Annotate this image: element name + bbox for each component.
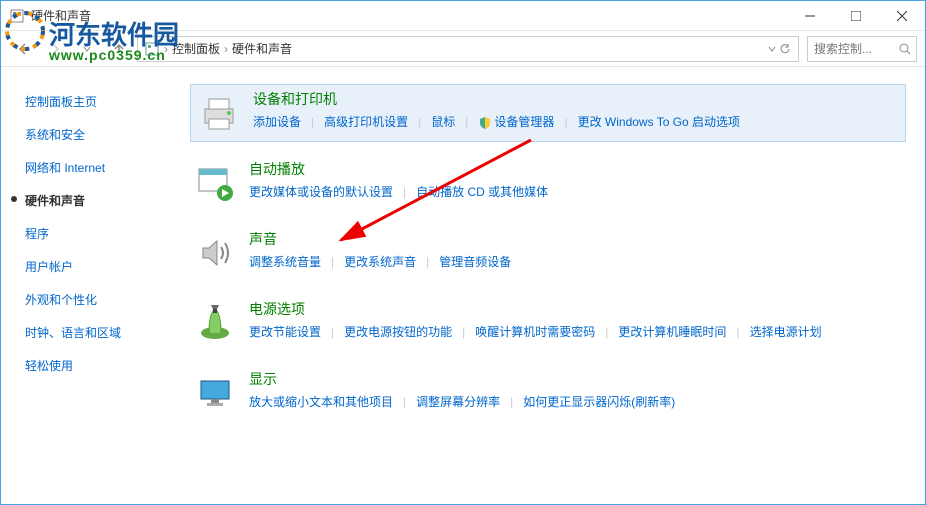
link-select-power-plan[interactable]: 选择电源计划 [750, 323, 822, 340]
breadcrumb[interactable]: › 控制面板 › 硬件和声音 [137, 36, 799, 62]
sidebar-item-clock-region[interactable]: 时钟、语言和区域 [25, 316, 191, 349]
control-panel-icon [144, 41, 160, 57]
category-display: 显示 放大或缩小文本和其他项目| 调整屏幕分辨率| 如何更正显示器闪烁(刷新率) [191, 369, 905, 417]
toolbar: › 控制面板 › 硬件和声音 [1, 31, 925, 67]
sidebar: 控制面板主页 系统和安全 网络和 Internet 硬件和声音 程序 用户帐户 … [1, 67, 191, 504]
forward-button[interactable] [41, 35, 69, 63]
chevron-right-icon: › [224, 42, 228, 56]
category-power-options: 电源选项 更改节能设置| 更改电源按钮的功能| 唤醒计算机时需要密码| 更改计算… [191, 299, 905, 347]
link-add-device[interactable]: 添加设备 [253, 113, 301, 130]
minimize-button[interactable] [787, 1, 833, 31]
sidebar-item-home[interactable]: 控制面板主页 [25, 85, 191, 118]
window-title: 硬件和声音 [31, 7, 787, 24]
sidebar-item-network[interactable]: 网络和 Internet [25, 151, 191, 184]
search-box[interactable] [807, 36, 917, 62]
category-title[interactable]: 显示 [249, 369, 905, 389]
link-text-size[interactable]: 放大或缩小文本和其他项目 [249, 393, 393, 410]
breadcrumb-control-panel[interactable]: 控制面板 [172, 40, 220, 57]
link-change-power-saving[interactable]: 更改节能设置 [249, 323, 321, 340]
history-button[interactable] [73, 35, 101, 63]
category-autoplay: 自动播放 更改媒体或设备的默认设置| 自动播放 CD 或其他媒体 [191, 159, 905, 207]
chevron-down-icon[interactable] [768, 45, 776, 53]
link-change-media-defaults[interactable]: 更改媒体或设备的默认设置 [249, 183, 393, 200]
breadcrumb-current[interactable]: 硬件和声音 [232, 40, 292, 57]
category-sound: 声音 调整系统音量| 更改系统声音| 管理音频设备 [191, 229, 905, 277]
category-title[interactable]: 自动播放 [249, 159, 905, 179]
speaker-icon [191, 229, 239, 277]
main-content: 设备和打印机 添加设备| 高级打印机设置| 鼠标| 设备管理器| 更改 Wind… [191, 67, 925, 504]
link-change-sounds[interactable]: 更改系统声音 [344, 253, 416, 270]
category-title[interactable]: 设备和打印机 [253, 89, 901, 109]
link-device-manager[interactable]: 设备管理器 [478, 113, 554, 130]
sidebar-item-ease-of-access[interactable]: 轻松使用 [25, 349, 191, 382]
sidebar-item-programs[interactable]: 程序 [25, 217, 191, 250]
printer-icon [195, 89, 243, 137]
power-icon [191, 299, 239, 347]
sidebar-item-user-accounts[interactable]: 用户帐户 [25, 250, 191, 283]
link-manage-audio[interactable]: 管理音频设备 [439, 253, 511, 270]
refresh-icon[interactable] [778, 42, 792, 56]
up-button[interactable] [105, 35, 133, 63]
link-windows-to-go[interactable]: 更改 Windows To Go 启动选项 [578, 113, 740, 130]
link-resolution[interactable]: 调整屏幕分辨率 [416, 393, 500, 410]
search-icon [899, 43, 910, 55]
maximize-button[interactable] [833, 1, 879, 31]
shield-icon [478, 116, 492, 130]
close-button[interactable] [879, 1, 925, 31]
link-adjust-volume[interactable]: 调整系统音量 [249, 253, 321, 270]
link-power-button[interactable]: 更改电源按钮的功能 [344, 323, 452, 340]
category-title[interactable]: 电源选项 [249, 299, 905, 319]
link-sleep-time[interactable]: 更改计算机睡眠时间 [618, 323, 726, 340]
chevron-right-icon: › [164, 42, 168, 56]
control-panel-icon [9, 8, 25, 24]
titlebar: 硬件和声音 [1, 1, 925, 31]
category-title[interactable]: 声音 [249, 229, 905, 249]
category-devices-printers: 设备和打印机 添加设备| 高级打印机设置| 鼠标| 设备管理器| 更改 Wind… [191, 85, 905, 141]
link-mouse[interactable]: 鼠标 [431, 113, 455, 130]
link-refresh-rate[interactable]: 如何更正显示器闪烁(刷新率) [523, 393, 675, 410]
autoplay-icon [191, 159, 239, 207]
sidebar-item-hardware-sound[interactable]: 硬件和声音 [25, 184, 191, 217]
back-button[interactable] [9, 35, 37, 63]
display-icon [191, 369, 239, 417]
link-wake-password[interactable]: 唤醒计算机时需要密码 [475, 323, 595, 340]
sidebar-item-system-security[interactable]: 系统和安全 [25, 118, 191, 151]
search-input[interactable] [814, 42, 899, 56]
link-advanced-printer[interactable]: 高级打印机设置 [324, 113, 408, 130]
link-autoplay-cd[interactable]: 自动播放 CD 或其他媒体 [416, 183, 548, 200]
sidebar-item-appearance[interactable]: 外观和个性化 [25, 283, 191, 316]
